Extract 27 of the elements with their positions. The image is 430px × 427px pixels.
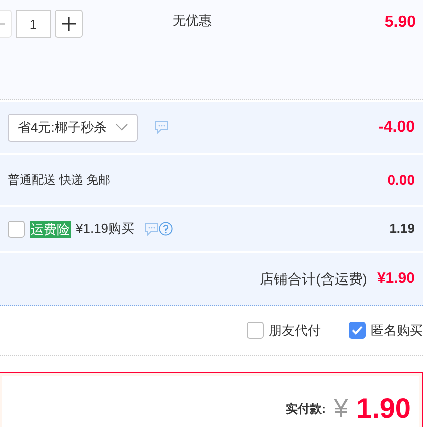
item-price: 5.90 — [384, 13, 416, 33]
option-label: 匿名购买 — [371, 322, 423, 340]
chevron-down-icon — [116, 124, 128, 131]
option-checkbox[interactable] — [349, 322, 366, 339]
promo-amount: -4.00 — [378, 118, 415, 138]
insurance-checkbox[interactable] — [8, 220, 25, 238]
insurance-amount: 1.19 — [390, 220, 415, 238]
chat-icon[interactable] — [155, 121, 169, 134]
plus-icon — [62, 17, 76, 31]
shipping-method: 普通配送 快递 免邮 — [8, 172, 111, 189]
store-total-amount: ¥1.90 — [377, 268, 415, 289]
payment-label: 实付款: — [286, 401, 326, 418]
insurance-offer: ¥1.19购买 — [76, 220, 135, 238]
payment-amount: 1.90 — [356, 395, 411, 423]
option-checkbox[interactable] — [247, 322, 264, 339]
quantity-field[interactable]: 1 — [16, 10, 51, 38]
option-label: 朋友代付 — [269, 322, 321, 340]
currency-symbol: ¥ — [334, 395, 348, 421]
checkmark-icon — [352, 326, 363, 335]
insurance-tag: 运费险 — [30, 220, 71, 238]
promo-dropdown[interactable]: 省4元:椰子秒杀 — [8, 114, 138, 142]
chat-icon[interactable] — [144, 222, 159, 236]
store-total-label: 店铺合计(含运费) — [260, 270, 368, 289]
plus-button[interactable] — [55, 10, 83, 38]
help-icon[interactable] — [158, 222, 173, 236]
shipping-amount: 0.00 — [388, 170, 415, 190]
discount-note: 无优惠 — [173, 12, 212, 30]
